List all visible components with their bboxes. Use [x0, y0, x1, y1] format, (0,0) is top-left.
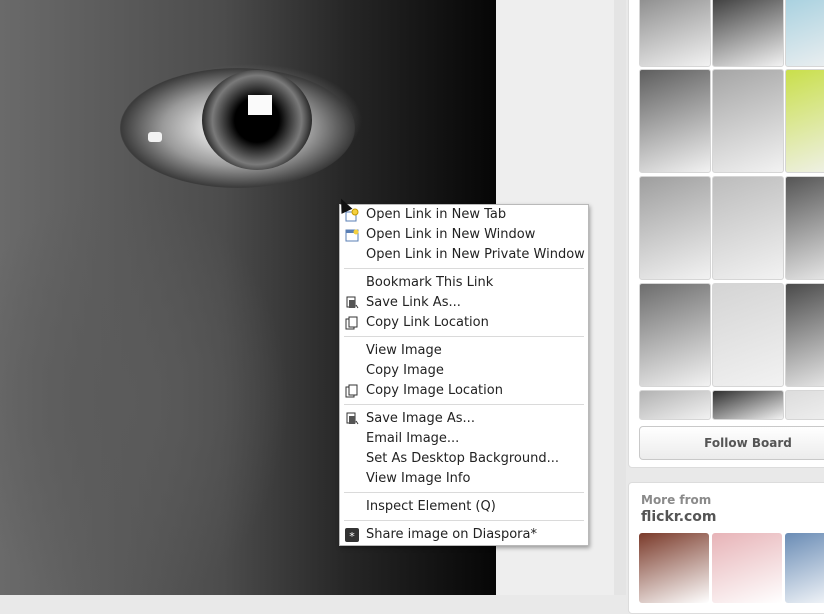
new-window-icon	[345, 229, 359, 242]
more-from-thumb[interactable]	[639, 533, 709, 603]
save-icon	[346, 412, 359, 425]
menu-item-open-new-window[interactable]: Open Link in New Window	[366, 225, 535, 245]
menu-item-save-link-as[interactable]: Save Link As...	[366, 293, 461, 313]
board-thumb[interactable]	[785, 390, 824, 420]
context-menu: Open Link in New Tab Open Link in New Wi…	[339, 204, 589, 546]
board-thumb[interactable]	[639, 283, 711, 387]
iris-image-region	[202, 70, 312, 170]
copy-icon	[345, 384, 358, 398]
board-thumb[interactable]	[639, 390, 711, 420]
menu-item-bookmark-link[interactable]: Bookmark This Link	[366, 273, 493, 293]
menu-item-email-image[interactable]: Email Image...	[366, 429, 459, 449]
board-thumb[interactable]	[639, 69, 711, 173]
board-panel: Follow Board	[628, 0, 824, 468]
more-from-heading: More from	[641, 493, 712, 507]
menu-separator	[344, 520, 584, 521]
svg-text:*: *	[349, 530, 355, 542]
copy-icon	[345, 316, 358, 330]
board-thumb[interactable]	[785, 69, 824, 173]
column-divider	[614, 0, 626, 595]
board-thumb[interactable]	[639, 0, 711, 67]
menu-item-view-image[interactable]: View Image	[366, 341, 442, 361]
more-from-panel: More from flickr.com	[628, 482, 824, 614]
menu-item-copy-image[interactable]: Copy Image	[366, 361, 444, 381]
diaspora-icon: *	[345, 528, 359, 542]
menu-item-copy-link-location[interactable]: Copy Link Location	[366, 313, 489, 333]
board-thumb[interactable]	[712, 69, 784, 173]
more-from-thumb[interactable]	[785, 533, 824, 603]
more-from-source[interactable]: flickr.com	[641, 509, 717, 525]
menu-item-open-new-tab[interactable]: Open Link in New Tab	[366, 205, 506, 225]
eye-reflection-small	[148, 132, 162, 142]
board-thumb[interactable]	[785, 283, 824, 387]
board-thumb[interactable]	[712, 390, 784, 420]
menu-item-open-private-window[interactable]: Open Link in New Private Window	[366, 245, 585, 265]
menu-separator	[344, 404, 584, 405]
menu-separator	[344, 492, 584, 493]
menu-separator	[344, 336, 584, 337]
menu-item-copy-image-location[interactable]: Copy Image Location	[366, 381, 503, 401]
menu-item-view-image-info[interactable]: View Image Info	[366, 469, 470, 489]
board-thumb[interactable]	[785, 176, 824, 280]
menu-item-save-image-as[interactable]: Save Image As...	[366, 409, 475, 429]
board-thumb[interactable]	[639, 176, 711, 280]
menu-item-inspect-element[interactable]: Inspect Element (Q)	[366, 497, 496, 517]
menu-item-share-diaspora[interactable]: Share image on Diaspora*	[366, 525, 537, 545]
board-thumb[interactable]	[712, 0, 784, 67]
board-thumb[interactable]	[712, 176, 784, 280]
board-thumb[interactable]	[712, 283, 784, 387]
menu-item-set-desktop-background[interactable]: Set As Desktop Background...	[366, 449, 559, 469]
save-icon	[346, 296, 359, 309]
menu-separator	[344, 268, 584, 269]
board-thumb[interactable]	[785, 0, 824, 67]
more-from-thumb[interactable]	[712, 533, 782, 603]
follow-board-button[interactable]: Follow Board	[639, 426, 824, 460]
eye-reflection	[248, 95, 272, 115]
